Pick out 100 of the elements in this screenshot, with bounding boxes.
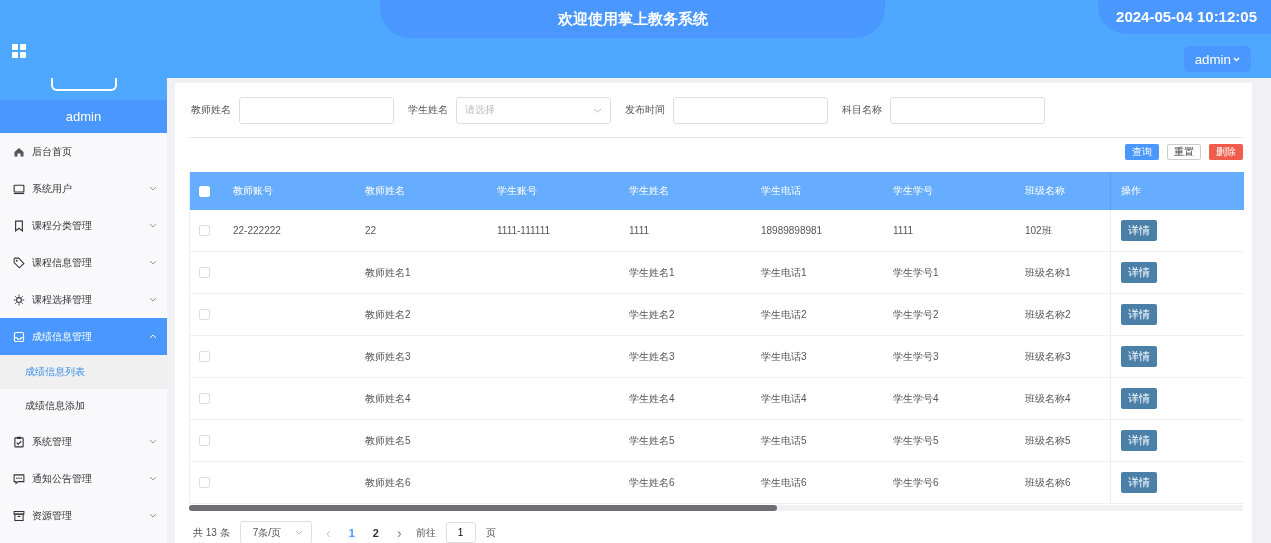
table-cell: 班级名称4 [1025, 392, 1071, 404]
page-number[interactable]: 1 [344, 526, 359, 539]
table-cell: 学生姓名5 [629, 434, 675, 446]
table-cell: 教师姓名1 [365, 266, 411, 278]
grid-menu-icon[interactable] [12, 44, 26, 58]
table-cell: 学生电话1 [761, 266, 807, 278]
submenu-item[interactable]: 成绩信息列表 [0, 355, 167, 389]
table-cell: 学生学号4 [893, 392, 939, 404]
clipboard-icon [13, 435, 25, 448]
bookmark-icon [13, 219, 25, 232]
table-cell: 学生学号1 [893, 266, 939, 278]
chevron-down-icon [149, 439, 157, 444]
table-cell: 学生电话6 [761, 476, 807, 488]
table-cell: 教师姓名3 [365, 350, 411, 362]
next-page-button[interactable]: › [392, 524, 406, 541]
page-unit-label: 页 [485, 525, 496, 540]
chevron-up-icon [149, 334, 157, 339]
goto-label: 前往 [415, 525, 436, 540]
checkbox[interactable] [199, 435, 210, 446]
table-cell: 教师姓名6 [365, 476, 411, 488]
details-button[interactable]: 详情 [1121, 388, 1157, 409]
chevron-down-icon [149, 297, 157, 302]
table-cell: 教师姓名2 [365, 308, 411, 320]
field-label: 科目名称 [842, 104, 882, 117]
sidebar-username: admin [0, 100, 167, 133]
table-cell: 教师姓名4 [365, 392, 411, 404]
reset-button[interactable]: 重置 [1167, 144, 1201, 160]
submenu-item[interactable]: 成绩信息添加 [0, 389, 167, 423]
table-cell: 学生姓名1 [629, 266, 675, 278]
archive-box-icon [13, 509, 25, 522]
home-icon [13, 145, 25, 158]
details-button[interactable]: 详情 [1121, 430, 1157, 451]
table-cell: 学生姓名2 [629, 308, 675, 320]
chevron-down-icon [593, 108, 602, 113]
chevron-down-icon [295, 530, 304, 535]
table-cell: 1111-111111 [497, 225, 550, 236]
checkbox[interactable] [199, 225, 210, 236]
user-menu-button[interactable]: admin [1183, 46, 1251, 72]
chat-bubble-icon [13, 472, 25, 485]
menu-item[interactable]: 课程分类管理 [0, 207, 167, 244]
inbox-icon [13, 330, 25, 343]
column-header: 操作 [1121, 184, 1141, 198]
search-button[interactable]: 查询 [1125, 144, 1159, 160]
table-cell: 学生电话4 [761, 392, 807, 404]
chevron-down-icon [149, 223, 157, 228]
table-cell: 学生电话2 [761, 308, 807, 320]
table-cell: 1111 [893, 225, 914, 236]
field-label: 学生姓名 [408, 104, 448, 117]
chevron-down-icon [149, 186, 157, 191]
menu-item[interactable]: 成绩信息管理 [0, 318, 167, 355]
column-header: 学生电话 [761, 184, 801, 196]
page-input[interactable]: 1 [445, 522, 476, 543]
column-header: 学生姓名 [629, 184, 669, 196]
details-button[interactable]: 详情 [1121, 262, 1157, 283]
menu-item[interactable]: 系统管理 [0, 423, 167, 460]
page-size-select[interactable]: 7条/页 [239, 521, 313, 543]
chevron-down-icon [149, 476, 157, 481]
chevron-down-icon [149, 260, 157, 265]
checkbox[interactable] [199, 267, 210, 278]
details-button[interactable]: 详情 [1121, 346, 1157, 367]
checkbox[interactable] [199, 393, 210, 404]
checkbox[interactable] [199, 477, 210, 488]
table-cell: 学生学号5 [893, 434, 939, 446]
table-cell: 22 [365, 225, 377, 236]
menu-item[interactable]: 资源管理 [0, 497, 167, 534]
total-count: 共 13 条 [193, 525, 230, 540]
table-cell: 学生姓名4 [629, 392, 675, 404]
menu-item[interactable]: 系统用户 [0, 170, 167, 207]
table-cell: 学生电话3 [761, 350, 807, 362]
column-header: 班级名称 [1025, 184, 1065, 196]
table-cell: 学生电话5 [761, 434, 807, 446]
input-field[interactable] [673, 97, 828, 124]
page-number[interactable]: 2 [368, 526, 383, 539]
menu-item[interactable]: 课程选择管理 [0, 281, 167, 318]
table-cell: 18989898981 [761, 225, 823, 236]
menu-item[interactable]: 后台首页 [0, 133, 167, 170]
details-button[interactable]: 详情 [1121, 220, 1157, 241]
table-cell: 班级名称2 [1025, 308, 1071, 320]
delete-button[interactable]: 删除 [1209, 144, 1243, 160]
field-label: 教师姓名 [191, 104, 231, 117]
table-cell: 102班 [1025, 224, 1052, 236]
table-cell: 学生姓名6 [629, 476, 675, 488]
table-cell: 学生学号6 [893, 476, 939, 488]
checkbox[interactable] [199, 309, 210, 320]
sun-icon [13, 293, 25, 306]
input-field[interactable] [239, 97, 394, 124]
table-cell: 班级名称5 [1025, 434, 1071, 446]
menu-item[interactable]: 课程信息管理 [0, 244, 167, 281]
details-button[interactable]: 详情 [1121, 304, 1157, 325]
column-header: 教师姓名 [365, 184, 405, 196]
date-time: 2024-05-04 10:12:05 [1098, 0, 1271, 34]
table-cell: 22-222222 [233, 225, 281, 236]
horizontal-scrollbar[interactable] [189, 505, 1243, 511]
tag-icon [13, 256, 25, 269]
app-title: 欢迎使用掌上教务系统 [380, 0, 885, 38]
menu-item[interactable]: 通知公告管理 [0, 460, 167, 497]
input-field[interactable] [890, 97, 1045, 124]
checkbox[interactable] [199, 351, 210, 362]
details-button[interactable]: 详情 [1121, 472, 1157, 493]
table-cell: 班级名称1 [1025, 266, 1071, 278]
